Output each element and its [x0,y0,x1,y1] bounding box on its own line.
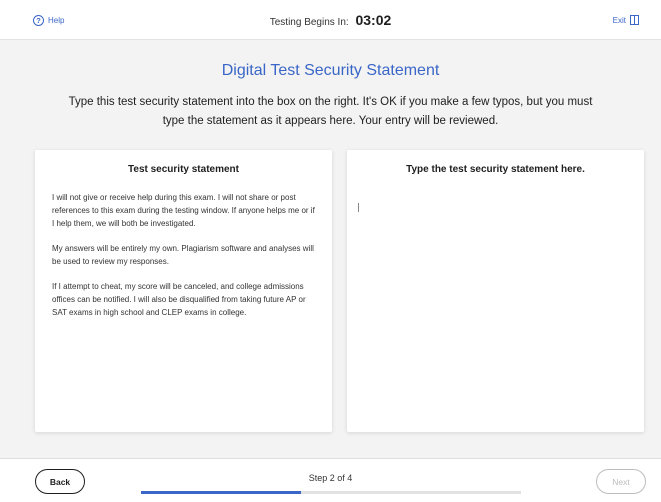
entry-heading: Type the test security statement here. [406,164,585,175]
statement-entry-field[interactable] [347,185,644,432]
exit-label: Exit [612,15,626,25]
next-button[interactable]: Next [596,469,646,494]
entry-panel: Type the test security statement here. [347,150,644,432]
footer-bar: Back Step 2 of 4 Next [0,458,661,502]
statement-body: I will not give or receive help during t… [35,175,332,319]
statement-paragraph: I will not give or receive help during t… [52,193,315,228]
statement-paragraph: If I attempt to cheat, my score will be … [52,282,306,317]
exit-icon [630,15,639,25]
timer-value: 03:02 [355,12,392,28]
statement-heading: Test security statement [128,164,239,175]
main-content: Digital Test Security Statement Type thi… [0,40,661,458]
step-indicator: Step 2 of 4 [308,473,353,483]
progress-bar [141,491,521,494]
exit-button[interactable]: Exit [613,15,639,25]
progress-bar-fill [141,491,301,494]
statement-panel: Test security statement I will not give … [35,150,332,432]
text-cursor [358,203,359,212]
instructions-text: Type this test security statement into t… [68,96,593,127]
top-bar: ? Help Testing Begins In: 03:02 Exit [0,0,661,40]
timer: Testing Begins In: 03:02 [0,12,661,28]
timer-label: Testing Begins In: [269,17,349,28]
page-title: Digital Test Security Statement [221,62,440,79]
statement-paragraph: My answers will be entirely my own. Plag… [52,244,314,266]
